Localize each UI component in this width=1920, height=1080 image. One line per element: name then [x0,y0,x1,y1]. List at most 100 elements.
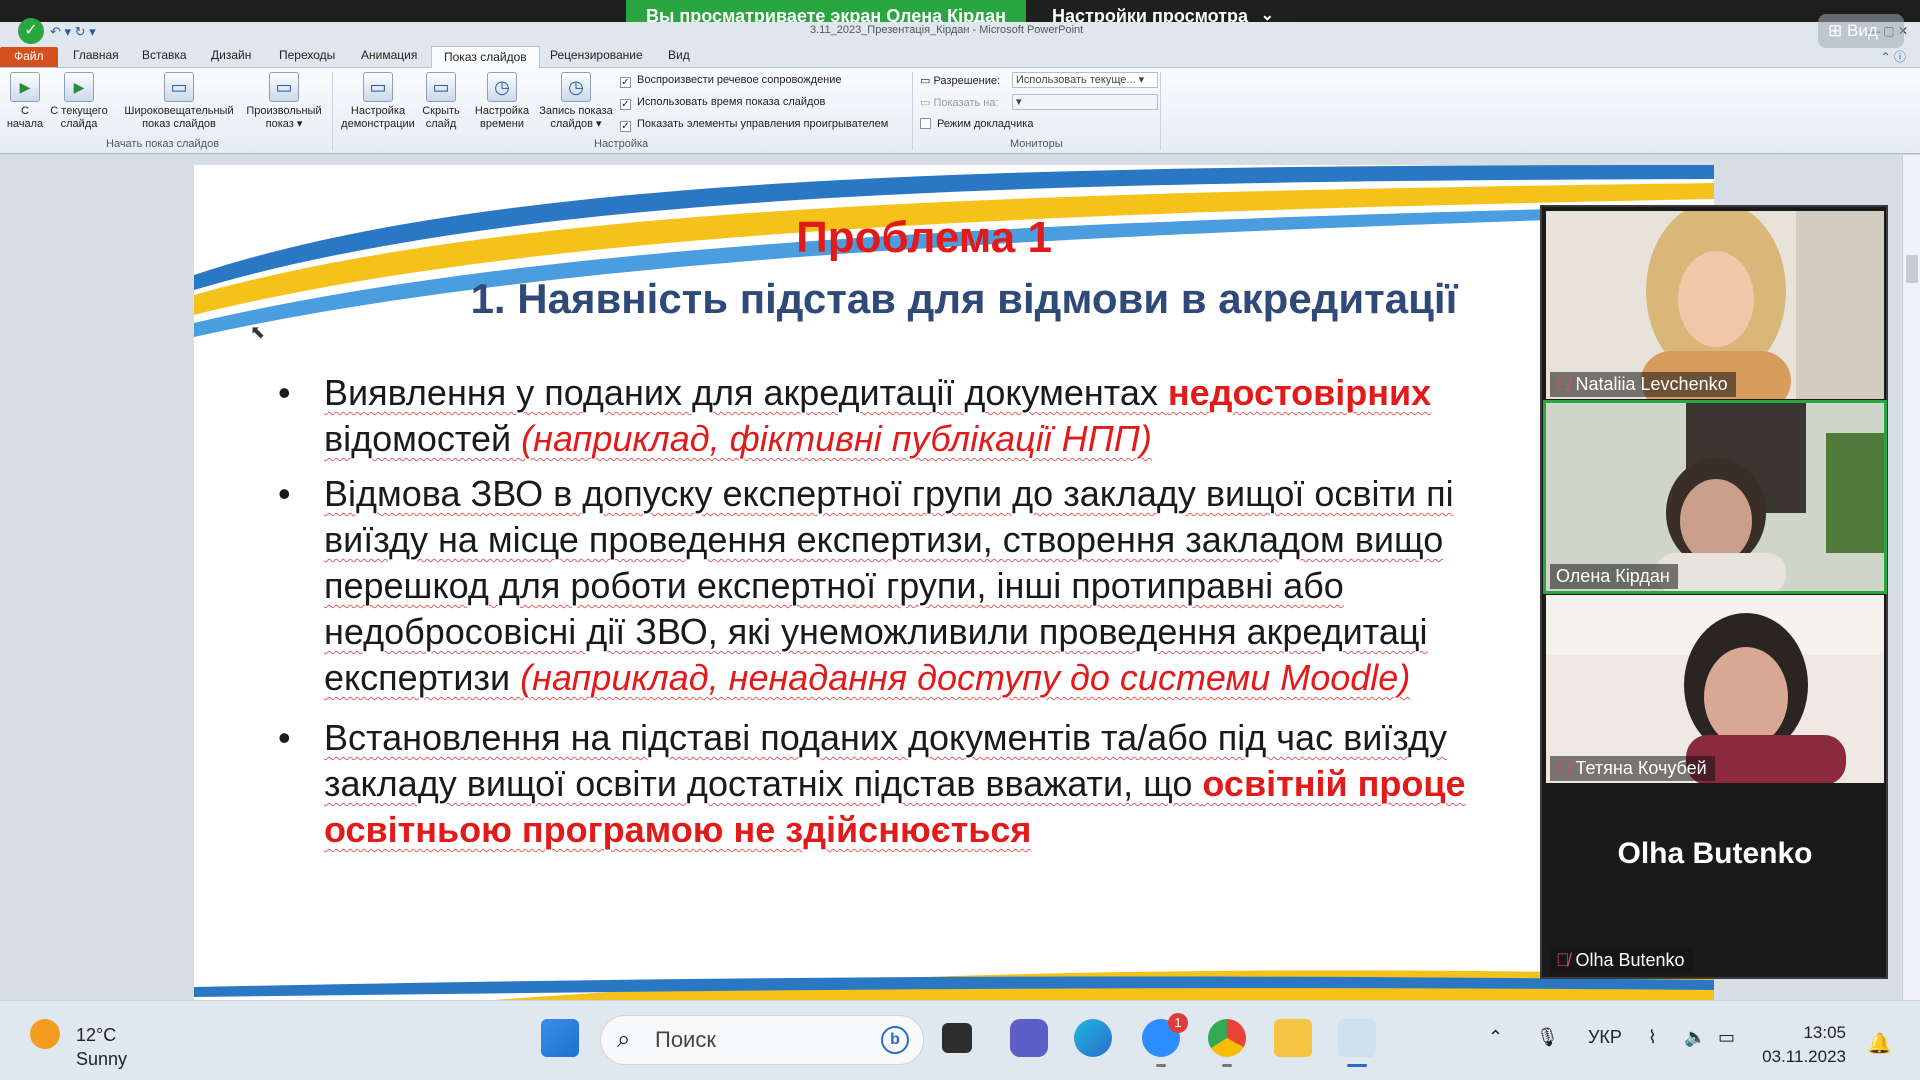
chrome-browser-icon[interactable] [1208,1019,1246,1067]
timings-checkbox[interactable]: ✓ Использовать время показа слайдов [620,96,825,110]
group-setup-label: Настройка [594,138,649,150]
bullet-dot: • [278,372,291,413]
checkbox-checked-icon: ✓ [620,99,631,110]
separator [912,72,913,150]
security-shield-icon[interactable]: ✓ [18,18,44,44]
from-current-button[interactable]: С текущегослайда [48,72,110,131]
file-explorer-icon[interactable] [1274,1019,1312,1057]
custom-show-button[interactable]: Произвольныйпоказ ▾ [242,72,326,131]
bullet2-line4: недобросовісні дії ЗВО, які унеможливили… [324,611,1428,652]
tab-transitions[interactable]: Переходы [279,48,335,62]
custom-show-l1: Произвольный [246,105,322,117]
bullet-3: • Встановлення на підставі поданих докум… [278,715,1465,853]
show-on-dropdown[interactable]: ▾ [1012,94,1158,110]
show-on-label: ▭ Показать на: [920,96,999,109]
bullet1-red: недостовірних [1167,372,1432,413]
hide-slide-button[interactable]: Скрытьслайд [420,72,462,131]
participant-name: Олена Кірдан [1550,564,1678,589]
rehearse-button[interactable]: Настройкавремени [472,72,532,131]
bullet1-text: Виявлення у поданих для акредитації доку… [324,372,1168,413]
tab-design[interactable]: Дизайн [211,48,251,62]
from-start-button[interactable]: Сначала [6,72,44,131]
scroll-thumb[interactable] [1906,255,1918,283]
language-indicator[interactable]: УКР [1588,1027,1622,1048]
search-icon: ⌕ [617,1026,631,1053]
search-box[interactable]: ⌕ Поиск b [600,1015,924,1065]
broadcast-button[interactable]: Широковещательныйпоказ слайдов [120,72,238,131]
narration-checkbox[interactable]: ✓ Воспроизвести речевое сопровождение [620,74,842,88]
tab-view[interactable]: Вид [668,48,690,62]
chevron-up-icon[interactable]: ⌃ [1488,1027,1503,1048]
mic-muted-icon: 🎙̸ [1556,374,1570,394]
tab-file[interactable]: Файл [0,47,58,67]
broadcast-l1: Широковещательный [124,105,234,117]
snipping-tool-icon[interactable] [1338,1019,1376,1067]
monitor-icon: ▭ [920,75,934,87]
clock-date: 03.11.2023 [1762,1047,1846,1066]
from-start-l1: С [21,105,29,117]
weather-temp: 12°C [76,1025,117,1045]
name-text: Olha Butenko [1575,950,1685,970]
record-button[interactable]: Запись показаслайдов ▾ [536,72,616,131]
redo-icon[interactable]: ↻ [75,24,86,39]
group-monitors-label: Мониторы [1010,138,1063,150]
hide-l1: Скрыть [422,105,460,117]
resolution-text: Разрешение: [933,75,1001,87]
help-icon[interactable]: ⌃ ⓘ [1881,48,1906,65]
custom-show-l2: показ ▾ [265,118,303,130]
slide: Проблема 1 1. Наявність підстав для відм… [194,165,1714,1000]
bullet2-line3: перешкод для роботи експертної групи, ін… [324,565,1344,606]
start-windows-icon[interactable] [541,1019,579,1057]
controls-label: Показать элементы управления проигрывате… [637,118,889,130]
teams-chat-icon[interactable] [1010,1019,1048,1057]
slide-title: Проблема 1 [796,213,1052,262]
tab-insert[interactable]: Вставка [142,48,187,62]
participant-tile-no-video[interactable]: Olha Butenko 🎙̸ Olha Butenko [1546,787,1884,975]
tab-slide-show[interactable]: Показ слайдов [431,46,540,68]
task-view-icon[interactable] [942,1023,972,1053]
mouse-cursor-icon: ⬉ [250,322,266,342]
tab-home[interactable]: Главная [73,48,119,62]
notification-bell-icon[interactable]: 🔔 [1867,1031,1892,1056]
participant-tile[interactable]: 🎙̸ Nataliia Levchenko [1546,211,1884,399]
zoom-app-icon[interactable]: 1 [1142,1013,1188,1067]
bullet2-line5: експертизи [324,657,521,698]
bullet3-line3-red: освітньою програмою не здійснюється [324,809,1032,850]
separator [332,72,333,150]
record-l1: Запись показа [539,105,613,117]
quick-access-toolbar[interactable]: ↶ ▾ ↻ ▾ [50,24,96,40]
participant-name: 🎙̸ Nataliia Levchenko [1550,372,1736,397]
clock-time: 13:05 [1803,1023,1846,1042]
timings-label: Использовать время показа слайдов [637,96,826,108]
volume-icon[interactable]: 🔈 [1684,1027,1706,1048]
monitor-icon: ▭ [920,97,934,109]
presenter-view-checkbox[interactable]: Режим докладчика [920,118,1033,130]
participant-tile[interactable]: 🎙̸ Тетяна Кочубей [1546,595,1884,783]
resolution-dropdown[interactable]: Использовать текуще... ▾ [1012,72,1158,88]
presenter-view-label: Режим докладчика [937,118,1034,130]
edge-browser-icon[interactable] [1074,1019,1112,1057]
battery-icon[interactable]: ▭ [1718,1027,1735,1048]
weather-sun-icon[interactable] [30,1019,60,1049]
bullet-2: • Відмова ЗВО в допуску експертної групи… [278,471,1454,701]
setup-l2: демонстрации [341,118,415,130]
wifi-icon[interactable]: ⌇ [1648,1027,1657,1048]
mic-muted-icon: 🎙̸ [1556,950,1570,970]
zoom-view-button[interactable]: ⊞ Вид [1818,14,1904,48]
system-clock[interactable]: 13:05 03.11.2023 [1762,1021,1846,1069]
tab-review[interactable]: Рецензирование [550,48,643,62]
running-indicator [1156,1064,1166,1067]
tab-animation[interactable]: Анимация [361,48,417,62]
record-l2: слайдов ▾ [550,118,602,130]
participant-tile-active[interactable]: Олена Кірдан [1543,400,1887,594]
taskbar: 12°C Sunny ⌕ Поиск b 1 ⌃ 🎙 УКР ⌇ 🔈 ▭ 13:05 0… [0,1000,1920,1080]
bullet2-example: (наприклад, ненадання доступу до системи… [520,657,1411,698]
controls-checkbox[interactable]: ✓ Показать элементы управления проигрыват… [620,118,888,132]
bullet1-example: (наприклад, фіктивні публікації НПП) [521,418,1152,459]
weather-widget[interactable]: 12°C Sunny [76,1023,127,1071]
vertical-scrollbar[interactable] [1902,155,1920,1000]
undo-icon[interactable]: ↶ [50,24,61,39]
clock-icon [487,72,517,102]
setup-show-button[interactable]: Настройкадемонстрации [338,72,418,131]
microphone-icon[interactable]: 🎙 [1536,1027,1559,1048]
